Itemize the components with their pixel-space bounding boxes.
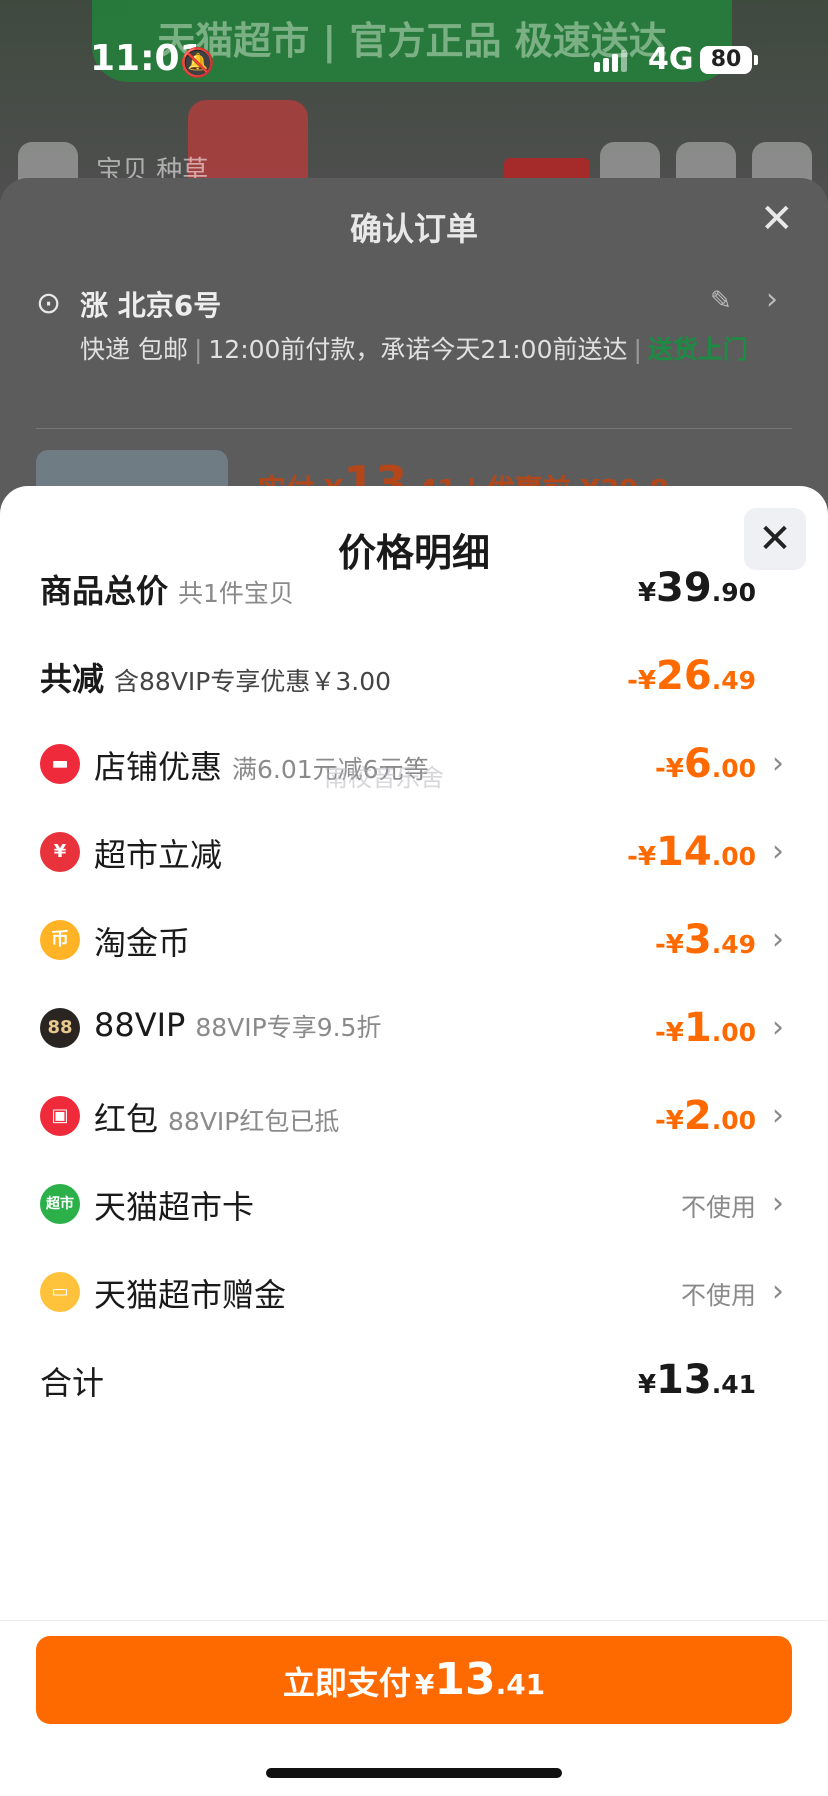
row-label: 共减 含88VIP专享优惠￥3.00 bbox=[40, 660, 392, 698]
row-value: -¥14.00 bbox=[627, 829, 756, 875]
shipping-method: 快递 包邮 bbox=[80, 335, 188, 364]
chevron-right-icon[interactable]: › bbox=[772, 922, 784, 957]
chevron-right-icon[interactable]: › bbox=[772, 1098, 784, 1133]
row-value: -¥6.00 bbox=[654, 741, 756, 787]
order-title: 确认订单 bbox=[349, 210, 478, 248]
delivery-tag: 送货上门 bbox=[647, 335, 748, 364]
row-total-discount: 共减 含88VIP专享优惠￥3.00 -¥26.49 bbox=[0, 646, 828, 706]
network-type: 4G bbox=[648, 42, 694, 77]
row-value: -¥1.00 bbox=[654, 1005, 756, 1051]
row-gift-money[interactable]: ▭ 天猫超市赠金 不使用 › bbox=[0, 1262, 828, 1322]
divider bbox=[0, 1620, 828, 1621]
yuan-discount-icon: ¥ bbox=[40, 832, 80, 872]
row-value: 不使用 bbox=[680, 1281, 756, 1310]
chevron-right-icon[interactable]: › bbox=[772, 834, 784, 869]
row-label: 商品总价 共1件宝贝 bbox=[40, 572, 294, 610]
row-sub: 含88VIP专享优惠￥3.00 bbox=[114, 667, 392, 696]
chevron-right-icon[interactable]: › bbox=[772, 746, 784, 781]
row-label: 天猫超市卡 bbox=[94, 1188, 255, 1226]
row-sub: 88VIP红包已抵 bbox=[168, 1107, 340, 1136]
red-packet-icon: ▣ bbox=[40, 1096, 80, 1136]
row-value: ¥39.90 bbox=[637, 565, 756, 611]
pay-int: 13 bbox=[434, 1654, 496, 1705]
silent-bell-icon: 🔕 bbox=[180, 46, 215, 79]
delivery-promise: 12:00前付款，承诺今天21:00前送达 bbox=[208, 335, 628, 364]
home-indicator[interactable] bbox=[266, 1768, 562, 1778]
total-label: 合计 bbox=[40, 1364, 105, 1402]
chevron-right-icon[interactable]: › bbox=[772, 1010, 784, 1045]
row-label: 超市立减 bbox=[94, 836, 223, 874]
shipping-info: 快递 包邮 | 12:00前付款，承诺今天21:00前送达 | 送货上门 bbox=[80, 335, 748, 364]
row-supermarket-discount[interactable]: ¥ 超市立减 -¥14.00 › bbox=[0, 822, 828, 882]
row-goods-total: 商品总价 共1件宝贝 ¥39.90 bbox=[0, 558, 828, 618]
row-sub: 88VIP专享9.5折 bbox=[195, 1013, 382, 1042]
signal-icon bbox=[594, 50, 630, 72]
row-label: 88VIP 88VIP专享9.5折 bbox=[94, 1006, 382, 1044]
row-label: 淘金币 bbox=[94, 924, 191, 962]
row-value: -¥26.49 bbox=[627, 653, 756, 699]
row-88vip[interactable]: 88 88VIP 88VIP专享9.5折 -¥1.00 › bbox=[0, 998, 828, 1058]
row-supermarket-card[interactable]: 超市 天猫超市卡 不使用 › bbox=[0, 1174, 828, 1234]
chevron-right-icon[interactable]: › bbox=[772, 1186, 784, 1221]
close-icon[interactable]: ✕ bbox=[760, 196, 794, 242]
vip88-icon: 88 bbox=[40, 1008, 80, 1048]
divider bbox=[36, 428, 792, 429]
pay-now-button[interactable]: 立即支付 ¥13.41 bbox=[36, 1636, 792, 1724]
price-detail-sheet: 价格明细 ✕ 商品总价 共1件宝贝 ¥39.90 共减 含88VIP专享优惠￥3.0… bbox=[0, 486, 828, 1796]
row-sub: 共1件宝贝 bbox=[178, 579, 294, 608]
row-label: 天猫超市赠金 bbox=[94, 1276, 287, 1314]
supermarket-card-icon: 超市 bbox=[40, 1184, 80, 1224]
chevron-right-icon[interactable]: › bbox=[772, 1274, 784, 1309]
gold-coin-icon: 币 bbox=[40, 920, 80, 960]
status-bar: 11:01 🔕 4G 80 bbox=[0, 0, 828, 120]
address-name[interactable]: 涨 北京6号 bbox=[80, 284, 221, 324]
battery-icon: 80 bbox=[700, 46, 758, 74]
row-value: 不使用 bbox=[680, 1193, 756, 1222]
gift-money-icon: ▭ bbox=[40, 1272, 80, 1312]
row-value: -¥2.00 bbox=[654, 1093, 756, 1139]
row-gold-coin[interactable]: 币 淘金币 -¥3.49 › bbox=[0, 910, 828, 970]
pay-dec: .41 bbox=[495, 1668, 546, 1701]
row-red-packet[interactable]: ▣ 红包 88VIP红包已抵 -¥2.00 › bbox=[0, 1086, 828, 1146]
edit-icon[interactable]: ✎ bbox=[710, 286, 732, 316]
chevron-right-icon[interactable]: › bbox=[766, 282, 778, 317]
watermark: 南校音乐舍 bbox=[324, 764, 444, 792]
pay-currency: ¥ bbox=[414, 1668, 435, 1701]
pay-label: 立即支付 bbox=[282, 1664, 411, 1702]
store-coupon-icon: ▬ bbox=[40, 744, 80, 784]
row-value: -¥3.49 bbox=[654, 917, 756, 963]
row-label: 红包 88VIP红包已抵 bbox=[94, 1100, 340, 1138]
row-total: 合计 ¥13.41 bbox=[0, 1350, 828, 1410]
location-pin-icon: ⊙ bbox=[36, 286, 62, 321]
total-value: ¥13.41 bbox=[637, 1357, 756, 1403]
